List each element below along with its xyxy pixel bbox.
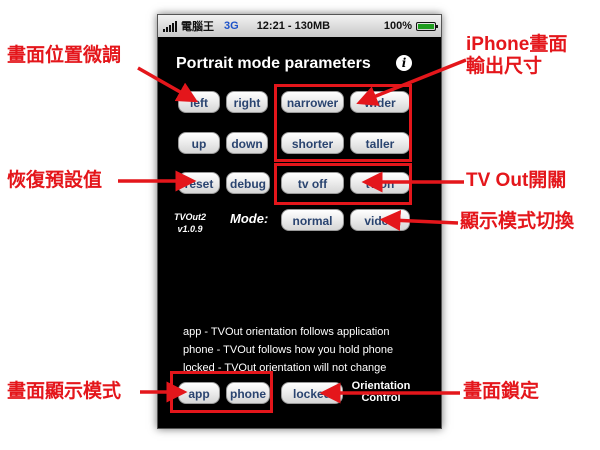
callout-screen-lock: 畫面鎖定	[463, 381, 540, 402]
callout-screen-display-mode: 畫面顯示模式	[7, 381, 122, 402]
callout-restore-default: 恢復預設值	[7, 170, 103, 191]
callout-display-mode-switch: 顯示模式切換	[460, 211, 575, 232]
callout-iphone-output: iPhone畫面 輸出尺寸	[466, 34, 568, 77]
arrow-display-mode	[379, 209, 459, 231]
callout-position-adjust: 畫面位置微調	[7, 45, 122, 66]
arrow-iphone-output	[356, 58, 467, 106]
callout-tv-out-switch: TV Out開關	[466, 170, 567, 191]
arrow-position-adjust	[137, 66, 199, 103]
